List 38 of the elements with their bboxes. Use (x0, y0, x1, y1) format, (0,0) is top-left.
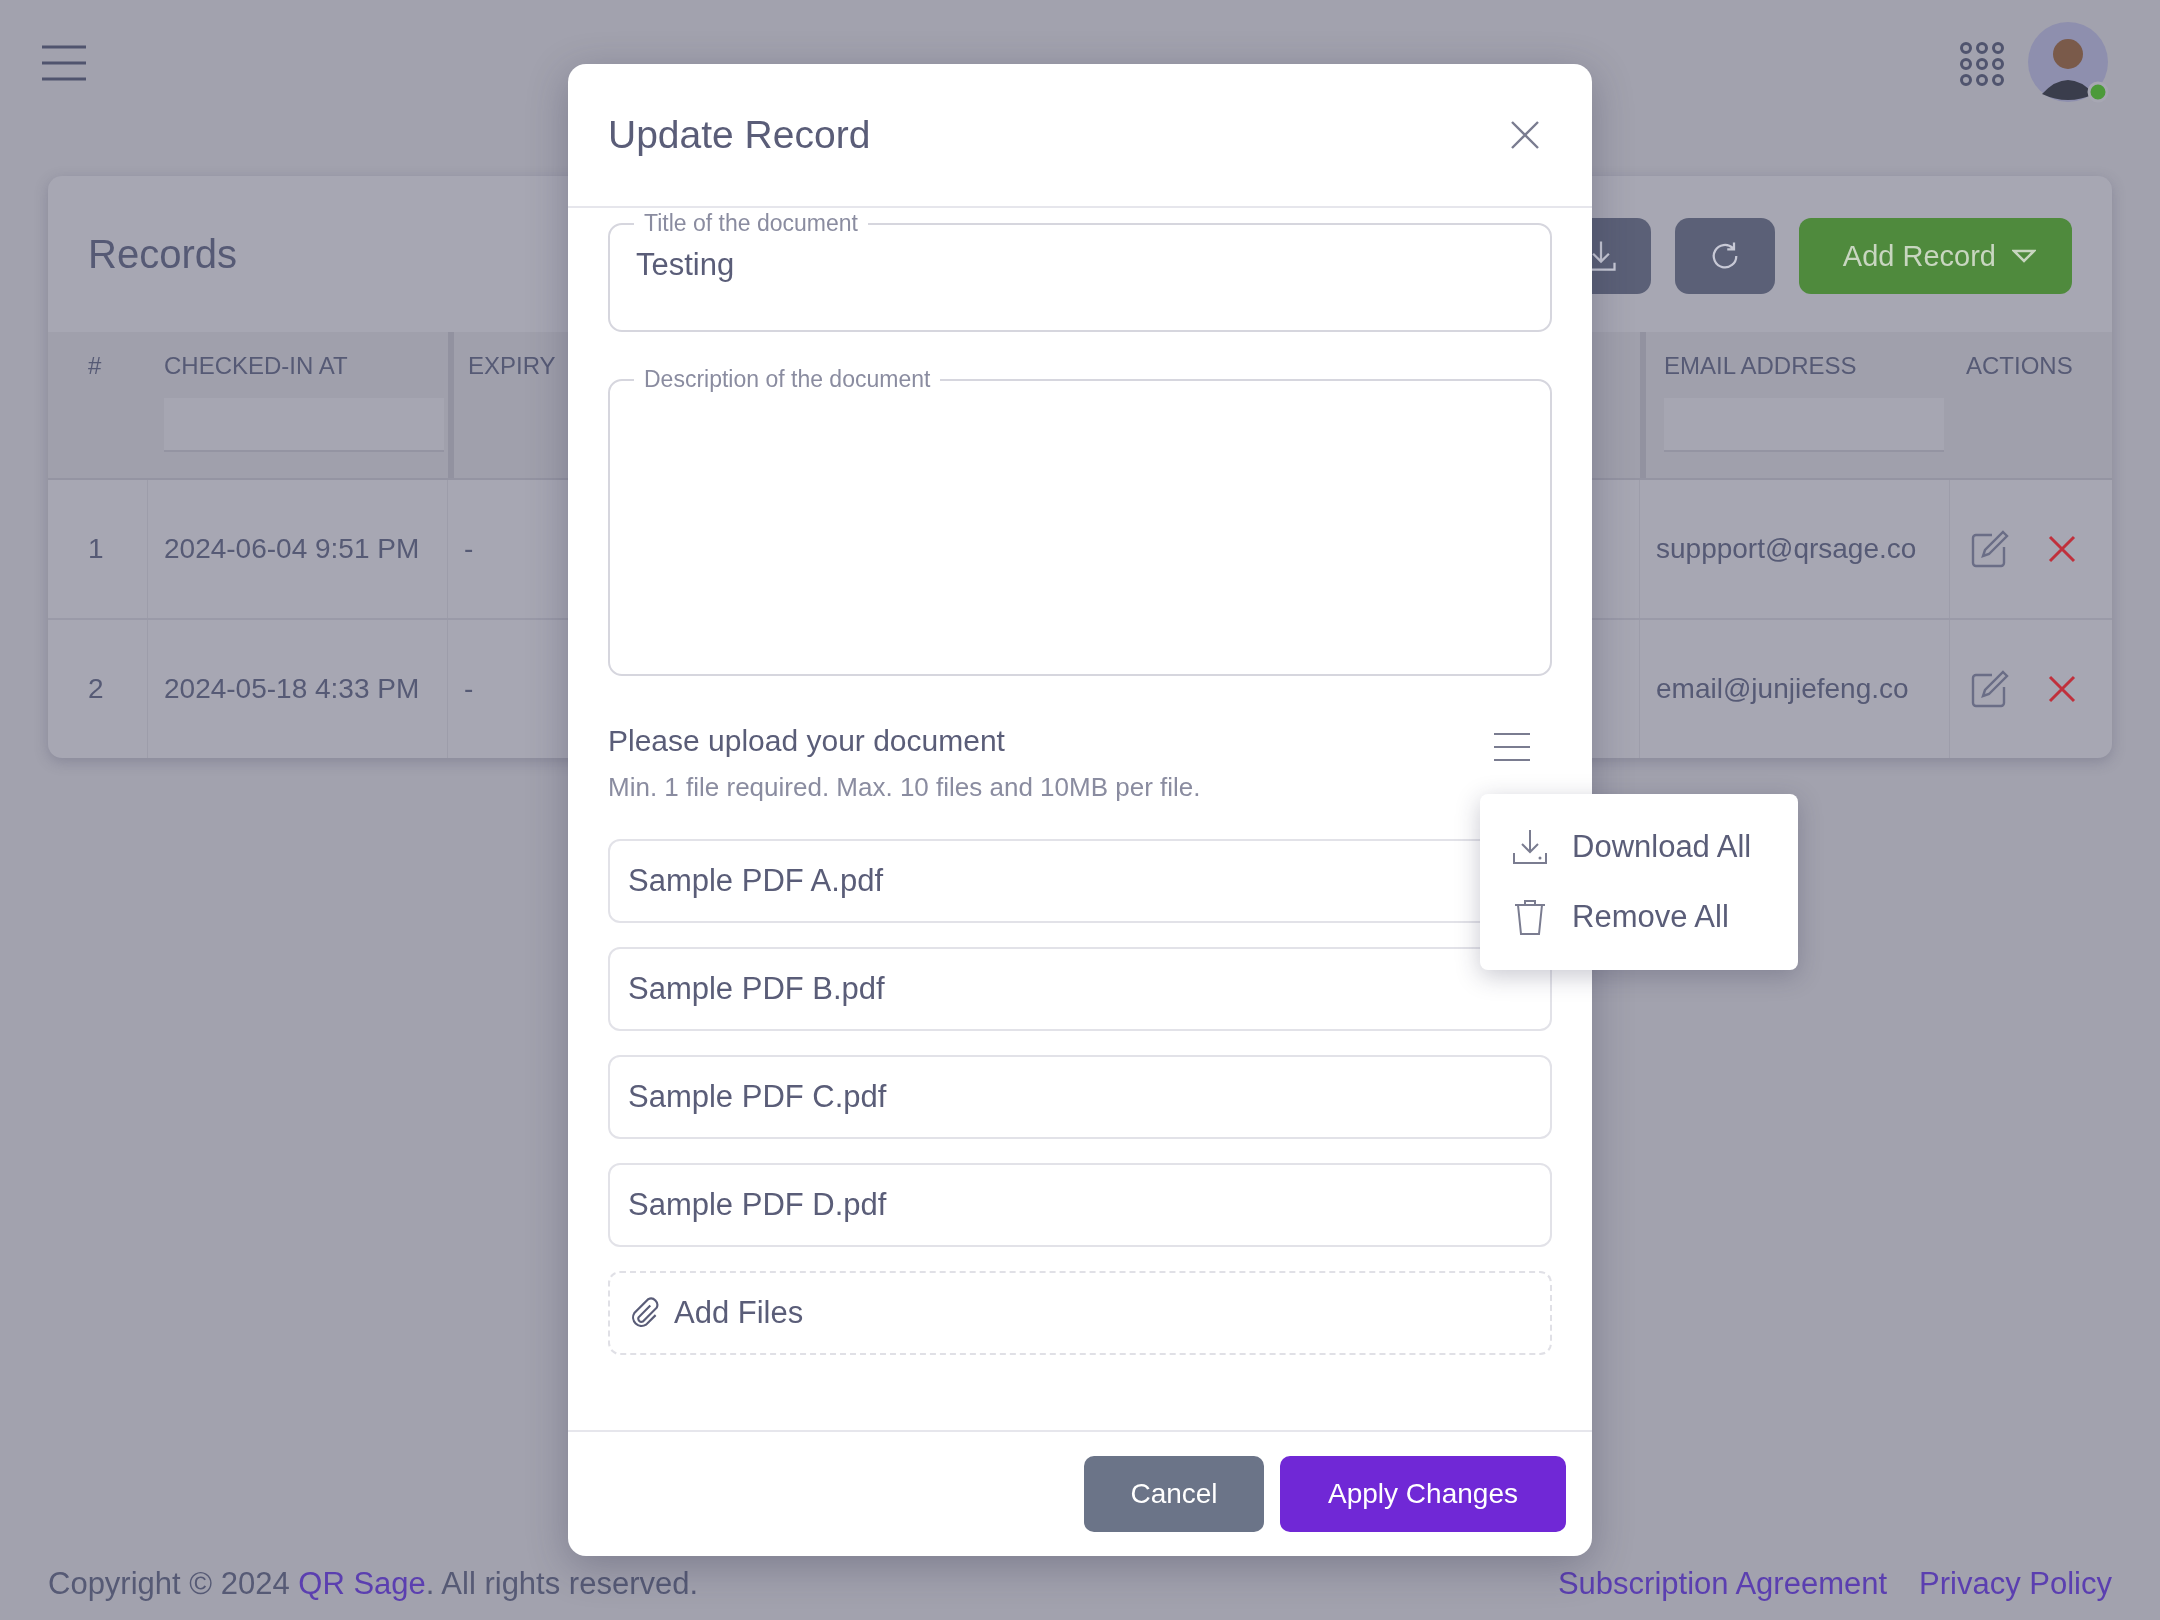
description-field[interactable]: Description of the document (608, 366, 1552, 676)
file-item[interactable]: Sample PDF C.pdf (608, 1055, 1552, 1139)
column-header: EMAIL ADDRESS (1664, 352, 1857, 380)
upload-heading: Please upload your document (608, 724, 1006, 758)
title-field[interactable]: Title of the document Testing (608, 210, 1552, 332)
close-icon[interactable] (1510, 120, 1540, 150)
table-cell: - (464, 533, 474, 565)
table-cell: 2 (88, 673, 104, 705)
menu-icon[interactable] (1494, 732, 1530, 762)
upload-hint: Min. 1 file required. Max. 10 files and 10MB per file. (608, 772, 1201, 803)
card-title: Records (88, 231, 237, 277)
cancel-button[interactable]: Cancel (1084, 1456, 1264, 1532)
file-item[interactable]: Sample PDF D.pdf (608, 1163, 1552, 1247)
apps-grid-icon[interactable] (1960, 42, 2004, 86)
edit-icon[interactable] (1970, 669, 2010, 709)
table-cell: 2024-05-18 4:33 PM (164, 673, 420, 705)
table-cell: 2024-06-04 9:51 PM (164, 533, 420, 565)
table-cell: email@junjiefeng.co (1656, 673, 1909, 705)
column-header: EXPIRY (468, 352, 556, 380)
refresh-icon (1712, 241, 1738, 269)
column-header: ACTIONS (1966, 352, 2073, 380)
copyright-text: Copyright © 2024 QR Sage. All rights reserved. (48, 1566, 699, 1602)
table-cell: 1 (88, 533, 104, 565)
field-label: Description of the document (643, 366, 932, 393)
field-label: Title of the document (643, 210, 859, 237)
refresh-button[interactable] (1674, 218, 1775, 294)
caret-icon (2012, 249, 2036, 263)
table-cell: - (464, 673, 474, 705)
apply-changes-button[interactable]: Apply Changes (1280, 1456, 1566, 1532)
menu-icon[interactable] (42, 45, 86, 81)
column-header: # (88, 352, 102, 380)
download-icon (1510, 827, 1550, 867)
edit-icon[interactable] (1970, 529, 2010, 569)
column-header: CHECKED-IN AT (164, 352, 348, 380)
add-files-button[interactable]: Add Files (608, 1271, 1552, 1355)
file-item[interactable]: Sample PDF B.pdf (608, 947, 1552, 1031)
table-cell: suppport@qrsage.co (1656, 533, 1917, 565)
dialog-title: Update Record (608, 113, 871, 157)
